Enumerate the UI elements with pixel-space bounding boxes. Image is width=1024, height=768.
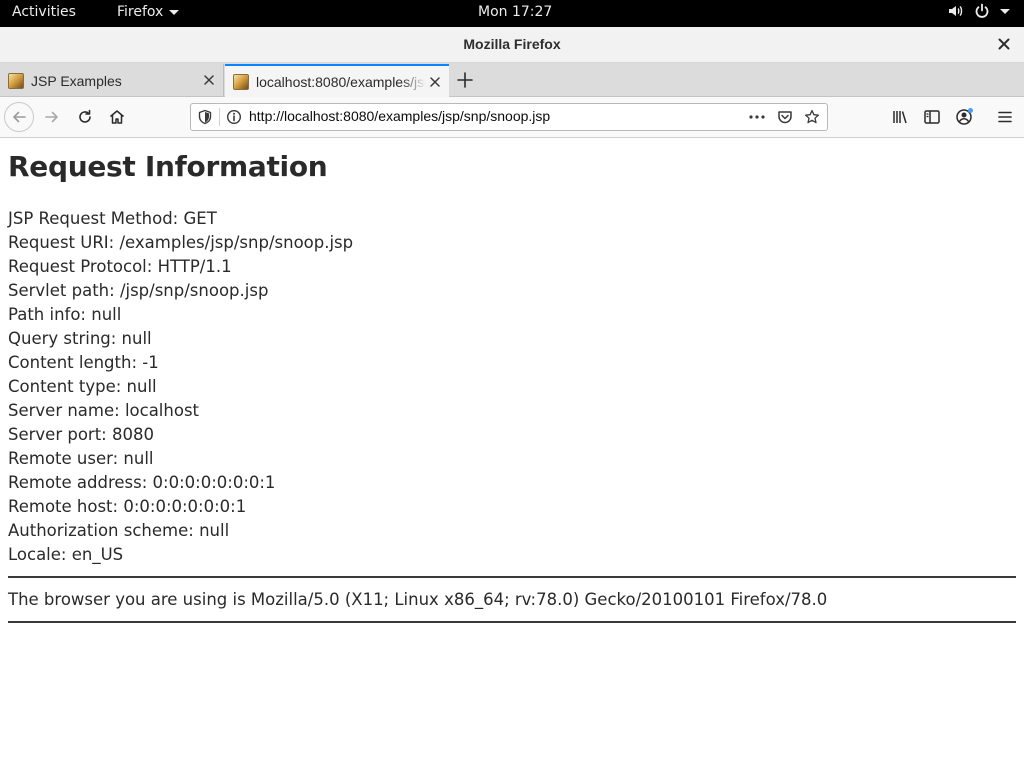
request-info-list: JSP Request Method: GET Request URI: /ex… [8, 207, 1016, 567]
horizontal-rule [8, 621, 1016, 623]
tracking-protection-shield-icon[interactable] [197, 109, 213, 125]
site-info-icon[interactable] [226, 109, 242, 125]
activities-button[interactable]: Activities [12, 4, 76, 20]
info-row: Path info: null [8, 305, 122, 324]
tab-label: localhost:8080/examples/jsp/snp/snoop.js… [256, 73, 426, 90]
library-icon [893, 111, 907, 124]
user-agent-text: The browser you are using is Mozilla/5.0… [8, 590, 828, 609]
gnome-top-bar: Activities Firefox Mon 17:27 [0, 0, 1024, 27]
home-button[interactable] [105, 105, 129, 129]
urlbar-separator [219, 108, 220, 126]
tab-label: JSP Examples [31, 72, 122, 89]
tab-strip: JSP Examples localhost:8080/examples/jsp… [0, 63, 1024, 97]
page-actions-ellipsis-icon[interactable] [748, 109, 766, 125]
tab-jsp-examples[interactable]: JSP Examples [0, 64, 224, 97]
library-button[interactable] [888, 105, 912, 129]
app-menu-button[interactable]: Firefox [117, 4, 180, 20]
clock[interactable]: Mon 17:27 [478, 4, 552, 20]
info-row: Server name: localhost [8, 401, 200, 420]
account-button[interactable] [952, 105, 976, 129]
window-title: Mozilla Firefox [463, 36, 561, 52]
info-row: Remote host: 0:0:0:0:0:0:0:1 [8, 497, 247, 516]
pocket-icon[interactable] [777, 109, 793, 125]
tomcat-favicon-icon [8, 72, 24, 89]
sidebar-button[interactable] [920, 105, 944, 129]
back-arrow-wrap[interactable] [7, 105, 31, 129]
app-menu-label: Firefox [117, 4, 164, 20]
notification-dot-icon [968, 108, 973, 113]
home-icon [110, 110, 124, 124]
chevron-down-icon [169, 9, 180, 15]
url-bar[interactable]: http://localhost:8080/examples/jsp/snp/s… [190, 103, 828, 131]
info-row: Request Protocol: HTTP/1.1 [8, 257, 232, 276]
reload-button[interactable] [73, 105, 97, 129]
info-row: Query string: null [8, 329, 152, 348]
info-row: Remote user: null [8, 449, 154, 468]
close-tab-icon[interactable] [429, 76, 441, 88]
info-row: Authorization scheme: null [8, 521, 230, 540]
bookmark-star-icon[interactable] [804, 109, 820, 125]
info-row: Content type: null [8, 377, 157, 396]
info-row: Content length: -1 [8, 353, 159, 372]
close-tab-icon[interactable] [203, 74, 215, 86]
forward-arrow-icon [45, 111, 58, 123]
chevron-down-icon [1000, 8, 1010, 14]
volume-icon [949, 5, 963, 17]
page-heading: Request Information [8, 150, 328, 183]
window-titlebar[interactable]: Mozilla Firefox [0, 27, 1024, 63]
new-tab-icon[interactable] [455, 70, 475, 90]
info-row: Locale: en_US [8, 545, 124, 564]
system-menu[interactable] [948, 3, 1010, 19]
info-row: Remote address: 0:0:0:0:0:0:0:1 [8, 473, 276, 492]
power-icon [975, 3, 989, 18]
forward-button[interactable] [40, 105, 64, 129]
url-text[interactable]: http://localhost:8080/examples/jsp/snp/s… [249, 108, 550, 124]
info-row: JSP Request Method: GET [8, 209, 217, 228]
tomcat-favicon-icon [233, 73, 249, 90]
account-icon [956, 108, 973, 125]
tab-snoop[interactable]: localhost:8080/examples/jsp/snp/snoop.js… [225, 64, 449, 97]
back-arrow-icon [13, 111, 26, 123]
menu-button[interactable] [993, 105, 1017, 129]
sidebar-icon [924, 110, 940, 124]
info-row: Server port: 8080 [8, 425, 154, 444]
hamburger-menu-icon [998, 111, 1012, 123]
info-row: Servlet path: /jsp/snp/snoop.jsp [8, 281, 269, 300]
page-content: Request Information JSP Request Method: … [8, 138, 1016, 623]
close-window-icon[interactable] [996, 36, 1012, 52]
info-row: Request URI: /examples/jsp/snp/snoop.jsp [8, 233, 354, 252]
horizontal-rule [8, 576, 1016, 578]
reload-icon [79, 109, 91, 123]
